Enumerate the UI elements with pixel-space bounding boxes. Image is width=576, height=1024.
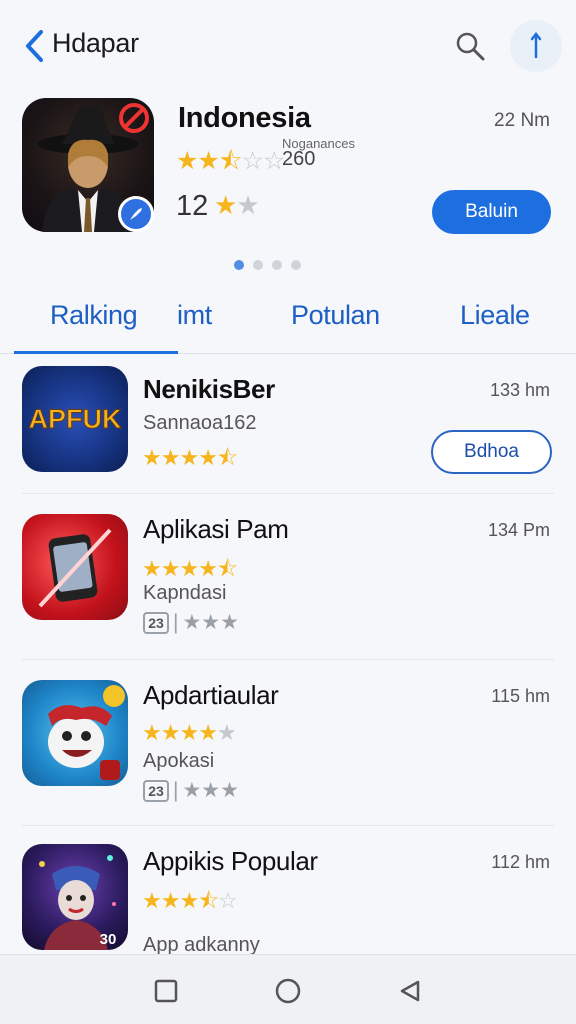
featured-app-time: 22 Nm [494, 110, 550, 131]
list-item[interactable]: APFUK NenikisBer 133 hm Sannaoa162 ★★★★⯪… [0, 354, 576, 494]
star-empty-icon: ★ [236, 190, 259, 220]
search-icon [456, 32, 485, 61]
featured-app-title: Indonesia [178, 102, 311, 134]
carousel-dot[interactable] [291, 260, 301, 270]
star-icon: ★ [142, 720, 162, 745]
star-icon: ★ [179, 556, 199, 581]
star-empty-icon: ☆ [241, 147, 264, 175]
star-icon: ★ [142, 556, 162, 581]
tab-imt[interactable]: imt [177, 300, 212, 331]
sort-arrow-icon [530, 31, 542, 59]
star-icon: ★ [142, 445, 162, 470]
back-nav-button[interactable] [390, 971, 430, 1011]
sort-button[interactable] [510, 20, 562, 72]
star-empty-icon: ☆ [218, 888, 238, 913]
app-icon: APFUK [22, 366, 128, 472]
app-time: 115 hm [491, 686, 550, 706]
star-icon: ★ [179, 720, 199, 745]
star-empty-icon: ★★★ [182, 779, 239, 802]
star-icon: ★ [160, 445, 181, 470]
page-title: Hdapar [52, 28, 139, 58]
star-icon: ★ [176, 147, 198, 175]
age-rating-value: 23 [143, 611, 169, 634]
app-name: Aplikasi Pam [143, 514, 289, 544]
featured-rating-stars: ★★ [214, 190, 260, 221]
app-action-button[interactable]: Bdhoa [431, 430, 552, 474]
triangle-back-icon [400, 980, 420, 1002]
app-subtitle: Sannaoa162 [143, 412, 257, 434]
icon-label: APFUK [29, 404, 122, 434]
star-icon: ★ [198, 445, 218, 470]
star-icon: ★ [214, 190, 237, 220]
search-button[interactable] [448, 24, 492, 68]
featured-star-rating: ★★⯪☆☆ [176, 142, 285, 185]
age-badge: 23 | ★★★ [143, 610, 239, 635]
star-empty-icon: ★ [216, 720, 237, 745]
tab-ranking[interactable]: Ralking [50, 300, 138, 331]
back-button[interactable] [14, 24, 54, 68]
half-star-icon: ⯪ [216, 556, 238, 581]
star-icon: ★ [160, 720, 181, 745]
carousel-dots[interactable] [234, 260, 301, 270]
app-icon [22, 680, 128, 786]
app-time: 134 Pm [487, 520, 550, 540]
carousel-dot[interactable] [272, 260, 282, 270]
half-star-icon: ⯪ [198, 888, 219, 913]
star-icon: ★ [198, 556, 218, 581]
rocket-badge-icon [118, 196, 154, 232]
star-rating: ★★★★⯪ [142, 441, 238, 479]
featured-meta-count: 260 [282, 148, 316, 170]
icon-label: 30 [100, 931, 117, 948]
featured-rating-value: 12 [176, 190, 209, 222]
carousel-dot[interactable] [234, 260, 244, 270]
app-subtitle: Kapndasi [143, 582, 227, 604]
list-item[interactable]: Aplikasi Pam 134 Pm ★★★★⯪ Kapndasi 23 | … [0, 494, 576, 660]
chevron-left-icon [26, 30, 43, 62]
star-icon: ★ [198, 720, 218, 745]
half-star-icon: ⯪ [218, 147, 243, 175]
divider-bar: | [173, 778, 179, 802]
age-badge: 23 | ★★★ [143, 778, 239, 803]
featured-app-card[interactable]: Indonesia 22 Nm ★★⯪☆☆ Noganances 260 12 … [0, 90, 576, 280]
circle-icon [275, 978, 301, 1004]
app-name: NenikisBer [143, 374, 275, 404]
star-icon: ★ [179, 888, 199, 913]
star-icon: ★ [160, 556, 181, 581]
app-icon: 30 [22, 844, 128, 950]
square-icon [154, 979, 178, 1003]
star-icon: ★ [197, 147, 219, 175]
tab-bar: Ralking imt Potulan Lieale [0, 290, 576, 354]
star-empty-icon: ★★★ [182, 611, 239, 634]
tab-lieale[interactable]: Lieale [460, 300, 530, 331]
app-name: Apdartiaular [143, 680, 279, 710]
star-rating: ★★★⯪☆ [142, 884, 238, 922]
app-header: Hdapar [0, 0, 576, 88]
star-rating: ★★★★★ [142, 720, 237, 746]
app-icon [22, 514, 128, 620]
home-button[interactable] [268, 971, 308, 1011]
list-item[interactable]: Apdartiaular 115 hm ★★★★★ Apokasi 23 | ★… [0, 660, 576, 826]
star-icon: ★ [142, 888, 162, 913]
app-name: Appikis Popular [143, 846, 318, 876]
app-time: 112 hm [491, 852, 550, 872]
half-star-icon: ⯪ [216, 445, 238, 470]
app-subtitle: Apokasi [143, 750, 215, 772]
list-item[interactable]: 30 Appikis Popular 112 hm ★★★⯪☆ App adka… [0, 826, 576, 956]
divider-bar: | [173, 610, 179, 634]
star-icon: ★ [179, 445, 199, 470]
age-rating-value: 23 [143, 779, 169, 802]
featured-action-button[interactable]: Baluin [432, 190, 551, 234]
carousel-dot[interactable] [253, 260, 263, 270]
star-icon: ★ [160, 888, 181, 913]
system-nav-bar [0, 954, 576, 1024]
tab-popular[interactable]: Potulan [291, 300, 380, 331]
recents-button[interactable] [146, 971, 186, 1011]
app-time: 133 hm [489, 380, 550, 400]
